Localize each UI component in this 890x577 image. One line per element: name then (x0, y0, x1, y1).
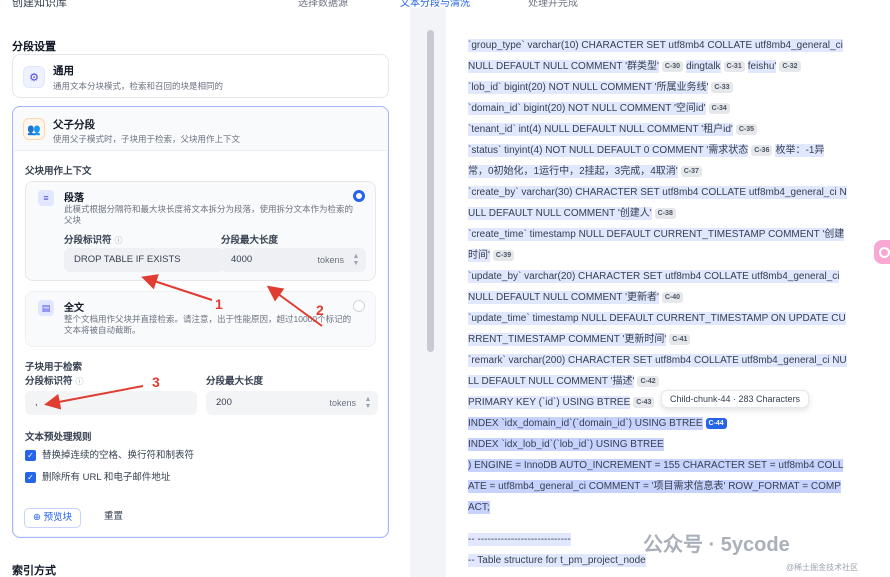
preview-line-chunk44: INDEX `idx_lob_id`(`lob_id`) USING BTREE (468, 438, 664, 451)
chunk-tooltip: Child-chunk-44 · 283 Characters (661, 390, 810, 408)
preview-line: NULL DEFAULT NULL COMMENT '更新者' C-40 (468, 290, 686, 306)
step-finish[interactable]: 处理并完成 (528, 0, 578, 8)
chunk-chip[interactable]: C-41 (669, 333, 691, 345)
chunk-chip[interactable]: C-37 (680, 165, 702, 177)
preview-line: -- Table structure for t_pm_project_node (468, 554, 646, 567)
preview-line-chunk44: ATE = utf8mb4_general_ci COMMENT = '项目需求… (468, 480, 841, 493)
chunk-chip[interactable]: C-39 (492, 249, 515, 261)
annotation-1: 1 (215, 296, 223, 312)
preview-line: 常，0初始化，1运行中，2挂起，3完成，4取消' C-37 (468, 164, 705, 180)
left-scrollbar[interactable] (427, 30, 434, 352)
chunk-chip[interactable]: C-43 (633, 396, 655, 408)
chunk-chip[interactable]: C-38 (654, 207, 676, 219)
preview-line: 时间' C-39 (468, 248, 517, 264)
step-select-source[interactable]: 选择数据源 (298, 0, 348, 8)
chunk-chip[interactable]: C-33 (711, 81, 733, 93)
preview-line: `update_time` timestamp NULL DEFAULT CUR… (468, 312, 846, 325)
preview-line: -- ---------------------------- (468, 533, 571, 546)
chunk-chip[interactable]: C-34 (708, 102, 730, 114)
chunk-preview-panel: `group_type` varchar(10) CHARACTER SET u… (446, 8, 890, 577)
preview-line-chunk44: INDEX `idx_domain_id`(`domain_id`) USING… (468, 416, 730, 432)
annotation-arrows (44, 274, 323, 410)
preview-line: `create_by` varchar(30) CHARACTER SET ut… (468, 186, 847, 199)
chunk-chip[interactable]: C-31 (723, 60, 745, 72)
preview-line: `domain_id` bigint(20) NOT NULL COMMENT … (468, 101, 733, 117)
preview-line: RRENT_TIMESTAMP COMMENT '更新时间' C-41 (468, 332, 693, 348)
page-title: 创建知识库 (12, 0, 67, 8)
top-bar: 创建知识库 选择数据源 文本分段与清洗 处理并完成 (0, 0, 890, 8)
chunk-chip[interactable]: C-36 (751, 144, 773, 156)
annotation-2: 2 (316, 302, 324, 318)
preview-line: `status` tinyint(4) NOT NULL DEFAULT 0 C… (468, 144, 825, 157)
step-chunk-clean[interactable]: 文本分段与清洗 (400, 0, 470, 8)
chunk-chip-active[interactable]: C-44 (705, 417, 727, 429)
watermark-small: @稀土掘金技术社区 (786, 563, 859, 572)
preview-line: NULL DEFAULT NULL COMMENT '群类型' C-30 dingt… (468, 59, 804, 75)
preview-line: PRIMARY KEY (`id`) USING BTREE C-43 (468, 395, 657, 411)
watermark: 公众号 · 5ycode (643, 534, 790, 556)
preview-line: `lob_id` bigint(20) NOT NULL COMMENT '所属… (468, 80, 736, 96)
chunk-chip[interactable]: C-32 (779, 60, 801, 72)
chunk-chip[interactable]: C-35 (735, 123, 758, 135)
app-root: 创建知识库 选择数据源 文本分段与清洗 处理并完成 分段设置 ⚙ 通用 通用文本… (0, 0, 890, 577)
preview-line: `tenant_id` int(4) NULL DEFAULT NULL COM… (468, 122, 760, 138)
preview-line: LL DEFAULT NULL COMMENT '描述' C-42 (468, 374, 662, 390)
chunk-chip[interactable]: C-30 (661, 60, 684, 72)
preview-line-chunk44: ACT; (468, 501, 490, 514)
assistant-side-tab[interactable] (874, 240, 890, 264)
preview-line-chunk44: ) ENGINE = InnoDB AUTO_INCREMENT = 155 C… (468, 459, 844, 472)
settings-panel: 分段设置 ⚙ 通用 通用文本分块模式，检索和召回的块是相同的 👥 父子分段 使用… (0, 8, 410, 577)
annotation-3: 3 (152, 374, 160, 390)
chunk-chip[interactable]: C-42 (637, 375, 659, 387)
preview-line: ULL DEFAULT NULL COMMENT '创建人' C-38 (468, 206, 679, 222)
preview-line: `group_type` varchar(10) CHARACTER SET u… (468, 39, 843, 52)
preview-line: `create_time` timestamp NULL DEFAULT CUR… (468, 228, 845, 241)
preview-line: `remark` varchar(200) CHARACTER SET utf8… (468, 354, 847, 367)
chunk-chip[interactable]: C-40 (661, 291, 684, 303)
preview-line: `update_by` varchar(20) CHARACTER SET ut… (468, 270, 840, 283)
